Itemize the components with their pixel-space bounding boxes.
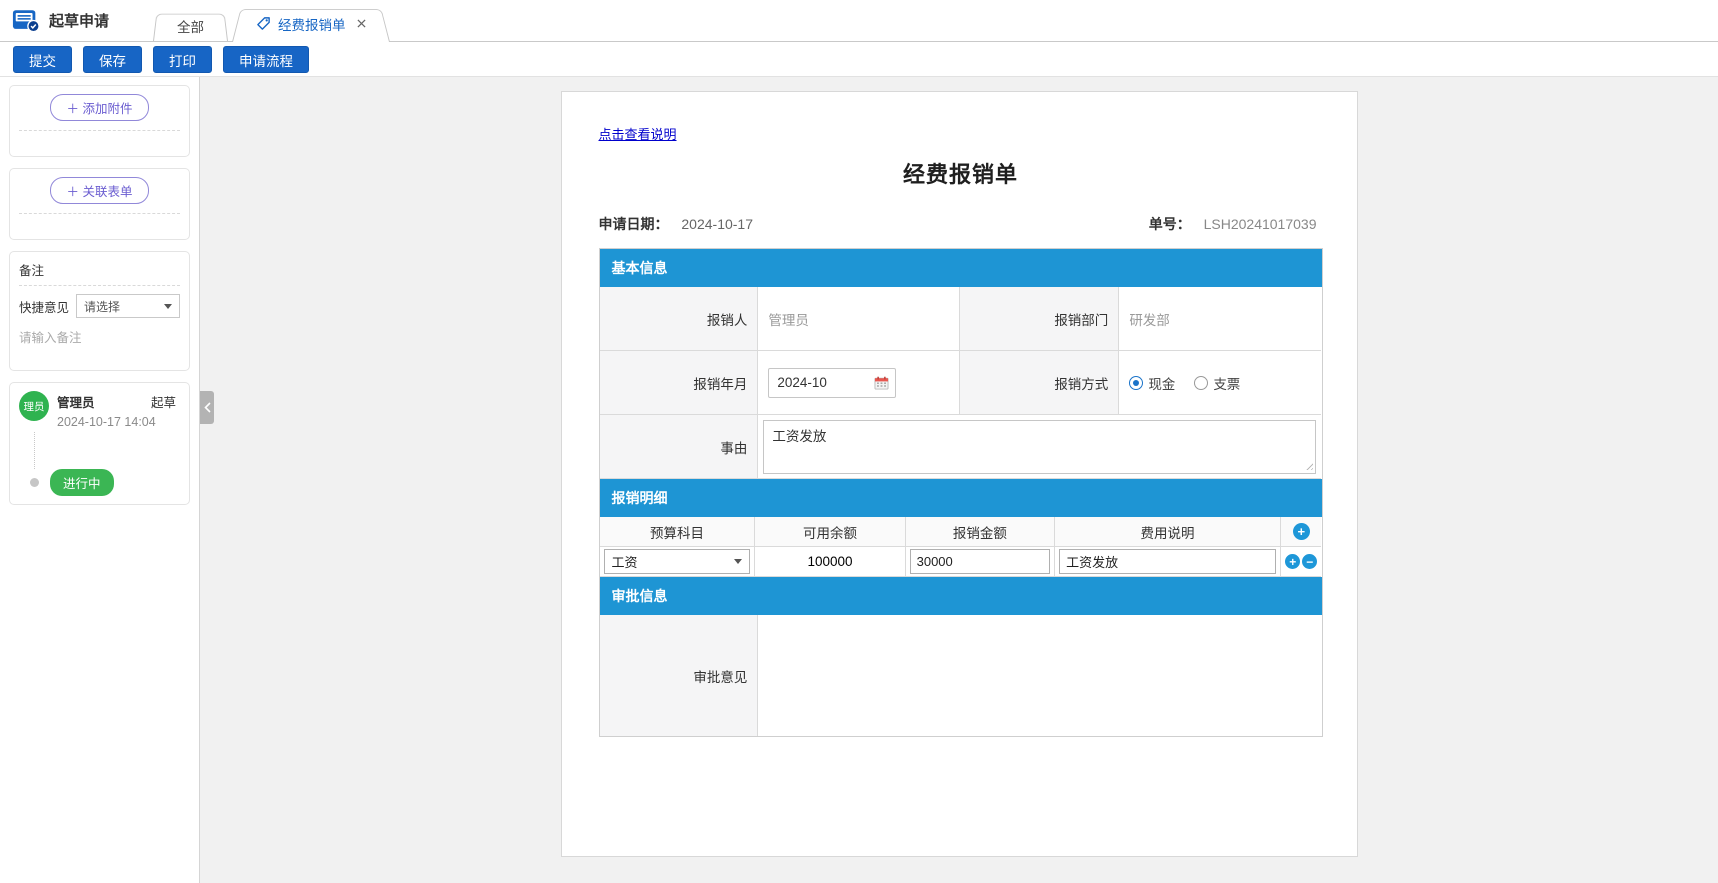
apply-date-value: 2024-10-17 — [681, 216, 753, 232]
attachment-card: ＋ 添加附件 — [9, 85, 190, 157]
form-title: 经费报销单 — [599, 157, 1323, 189]
form-meta-row: 申请日期： 2024-10-17 单号： LSH20241017039 — [599, 214, 1323, 234]
quick-opinion-value: 请选择 — [84, 298, 120, 315]
apply-flow-button[interactable]: 申请流程 — [223, 46, 309, 73]
reimburser-label: 报销人 — [600, 287, 759, 351]
related-form-card: ＋ 关联表单 — [9, 168, 190, 240]
form-document: 点击查看说明 经费报销单 申请日期： 2024-10-17 单号： LSH202… — [561, 91, 1358, 857]
timeline-node-dot — [30, 478, 39, 487]
budget-subject-value: 工资 — [612, 552, 638, 571]
submit-button[interactable]: 提交 — [13, 46, 72, 73]
radio-cash-label: 现金 — [1148, 373, 1175, 393]
tabs: 全部 经费报销单 — [153, 5, 394, 41]
radio-checked-icon — [1129, 376, 1143, 390]
status-badge: 进行中 — [50, 469, 114, 496]
add-row-header-icon[interactable]: + — [1293, 523, 1310, 540]
col-header-amount: 报销金额 — [906, 517, 1055, 547]
col-header-subject: 预算科目 — [600, 517, 756, 547]
approval-opinion-label: 审批意见 — [600, 615, 759, 736]
quick-opinion-select[interactable]: 请选择 — [76, 294, 180, 318]
col-header-note: 费用说明 — [1055, 517, 1281, 547]
radio-cheque-label: 支票 — [1213, 373, 1240, 393]
budget-subject-select[interactable]: 工资 — [604, 549, 751, 574]
expense-form-table: 基本信息 报销人 管理员 报销部门 研发部 报销年月 — [599, 248, 1323, 737]
section-header-basic: 基本信息 — [600, 249, 1322, 287]
section-header-detail: 报销明细 — [600, 479, 1322, 517]
app-brand: 起草申请 — [12, 8, 109, 33]
radio-cash[interactable]: 现金 — [1129, 373, 1175, 393]
radio-unchecked-icon — [1194, 376, 1208, 390]
remarks-title: 备注 — [19, 260, 180, 286]
amount-input[interactable] — [910, 549, 1050, 574]
section-header-approval: 审批信息 — [600, 577, 1322, 615]
workspace: ＋ 添加附件 ＋ 关联表单 备注 快捷意见 请选择 — [0, 77, 1718, 883]
remark-input[interactable] — [19, 327, 180, 357]
tab-all[interactable]: 全部 — [153, 11, 228, 41]
radio-cheque[interactable]: 支票 — [1194, 373, 1240, 393]
timeline-action: 起草 — [151, 392, 176, 411]
tag-icon — [256, 16, 271, 31]
sidebar: ＋ 添加附件 ＋ 关联表单 备注 快捷意见 请选择 — [0, 77, 200, 883]
add-row-icon[interactable]: + — [1285, 554, 1300, 569]
page-title: 起草申请 — [49, 10, 109, 31]
doc-no-label: 单号： — [1149, 216, 1191, 232]
chevron-down-icon — [164, 304, 172, 309]
page: 起草申请 全部 经费报销单 提交 保存 打印 — [0, 0, 1718, 883]
department-value: 研发部 — [1119, 287, 1321, 351]
draft-application-icon — [12, 8, 40, 33]
reimburser-value: 管理员 — [758, 287, 960, 351]
view-instructions-link[interactable]: 点击查看说明 — [599, 124, 677, 143]
col-header-balance: 可用余额 — [755, 517, 905, 547]
reason-textarea[interactable]: 工资发放 — [763, 420, 1316, 474]
tab-expense-form-label: 经费报销单 — [278, 14, 346, 34]
month-label: 报销年月 — [600, 351, 759, 415]
calendar-icon[interactable] — [874, 376, 889, 390]
timeline-user: 管理员 — [57, 392, 95, 411]
apply-date-label: 申请日期： — [599, 216, 669, 232]
remove-row-icon[interactable]: − — [1302, 554, 1317, 569]
collapse-sidebar-handle[interactable] — [200, 391, 214, 424]
tab-expense-form[interactable]: 经费报销单 — [232, 5, 390, 42]
expense-note-input[interactable] — [1059, 549, 1276, 574]
method-label: 报销方式 — [960, 351, 1119, 415]
detail-row-subject-cell: 工资 — [600, 547, 756, 577]
tab-all-label: 全部 — [177, 16, 204, 36]
chevron-left-icon — [204, 402, 211, 413]
timeline-time: 2024-10-17 14:04 — [57, 415, 180, 429]
approval-opinion-value — [758, 615, 1321, 736]
save-button[interactable]: 保存 — [83, 46, 142, 73]
doc-no-value: LSH20241017039 — [1204, 216, 1317, 232]
quick-opinion-label: 快捷意见 — [19, 297, 69, 316]
link-form-button[interactable]: ＋ 关联表单 — [50, 177, 150, 204]
available-balance-value: 100000 — [755, 547, 905, 577]
add-attachment-button[interactable]: ＋ 添加附件 — [50, 94, 150, 121]
action-toolbar: 提交 保存 打印 申请流程 — [0, 42, 1718, 77]
tab-bar: 起草申请 全部 经费报销单 — [0, 0, 1718, 42]
tab-close-icon[interactable] — [357, 19, 366, 28]
remarks-card: 备注 快捷意见 请选择 — [9, 251, 190, 371]
avatar: 理员 — [19, 391, 49, 421]
print-button[interactable]: 打印 — [153, 46, 212, 73]
chevron-down-icon — [734, 559, 742, 564]
timeline-connector — [34, 432, 180, 469]
reason-label: 事由 — [600, 415, 759, 479]
department-label: 报销部门 — [960, 287, 1119, 351]
flow-timeline-card: 理员 管理员 起草 2024-10-17 14:04 进行中 — [9, 382, 190, 505]
main-content: 点击查看说明 经费报销单 申请日期： 2024-10-17 单号： LSH202… — [200, 77, 1718, 883]
